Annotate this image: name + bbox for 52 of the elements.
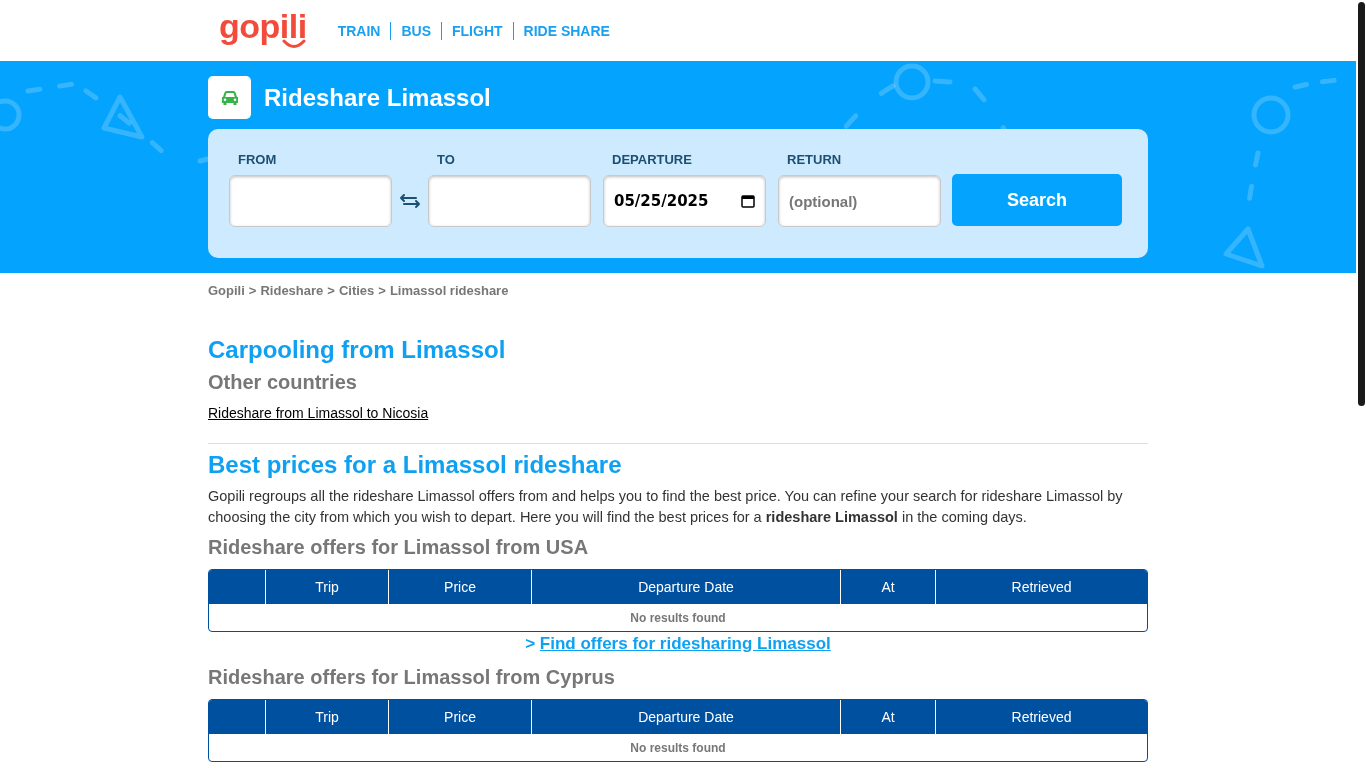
field-label: DEPARTURE (611, 152, 693, 168)
field-label: RETURN (786, 152, 843, 168)
field-label: TO (436, 152, 456, 168)
column-header: Price (388, 700, 531, 734)
column-header: Retrieved (935, 570, 1147, 604)
breadcrumb-link[interactable]: Rideshare (260, 282, 324, 300)
page-title: Rideshare Limassol (264, 82, 491, 113)
column-header: Departure Date (531, 570, 840, 604)
subsection-heading: Other countries (208, 370, 358, 395)
column-header: Trip (265, 570, 388, 604)
scrollbar-thumb[interactable] (1357, 2, 1365, 406)
text-field[interactable]: (optional) (778, 175, 941, 227)
breadcrumb-separator: > (248, 282, 257, 300)
pointer-arrow-icon (1223, 226, 1265, 269)
subsection-heading: Rideshare offers for Limassol from USA (208, 535, 590, 560)
ring-icon (893, 63, 931, 101)
nav-link[interactable]: BUS (390, 21, 441, 40)
dashed-route-line (932, 78, 953, 85)
column-header: At (840, 700, 935, 734)
column-header: Price (388, 570, 531, 604)
breadcrumb-current: Limassol rideshare (389, 282, 509, 300)
section-heading: Best prices for a Limassol rideshare (208, 450, 623, 480)
subsection-heading: Rideshare offers for Limassol from Cyprus (208, 665, 616, 690)
intro-paragraph: Gopili regroups all the rideshare Limassol offers from and helps you to find the best price. You can refine your search for rideshare Limassol by choosing the city from which you wish to depart. Here you will find the best prices for a rideshare Limassol in the coming days. (208, 487, 1124, 527)
swap-arrows-icon[interactable] (398, 193, 422, 209)
logo-link[interactable]: gopili (219, 8, 307, 49)
find-offers-link[interactable]: > Find offers for ridesharing Limassol (525, 633, 831, 655)
search-button[interactable]: Search (952, 174, 1122, 226)
field-label: FROM (237, 152, 278, 168)
column-header: Retrieved (935, 700, 1147, 734)
car-icon (208, 76, 251, 119)
column-header: At (840, 570, 935, 604)
text-field[interactable] (428, 175, 591, 227)
column-header: Departure Date (531, 700, 840, 734)
nav-link[interactable]: RIDE SHARE (512, 21, 620, 40)
date-field[interactable]: 05/25/2025 (603, 175, 766, 227)
text-field[interactable] (229, 175, 392, 227)
breadcrumb-link[interactable]: Gopili (208, 282, 245, 300)
calendar-icon[interactable] (741, 194, 755, 208)
ring-icon (0, 98, 22, 132)
route-link[interactable]: Rideshare from Limassol to Nicosia (208, 405, 429, 421)
nav-link[interactable]: TRAIN (327, 21, 391, 40)
no-results-message: No results found (629, 739, 727, 757)
column-header: Trip (265, 700, 388, 734)
pointer-arrow-icon (101, 94, 145, 140)
ring-icon (1251, 95, 1291, 135)
no-results-message: No results found (629, 609, 727, 627)
section-heading: Carpooling from Limassol (208, 335, 507, 365)
breadcrumb-separator: > (378, 282, 386, 300)
breadcrumb-link[interactable]: Cities (338, 282, 375, 300)
breadcrumb-separator: > (327, 282, 335, 300)
nav-link[interactable]: FLIGHT (441, 21, 513, 40)
